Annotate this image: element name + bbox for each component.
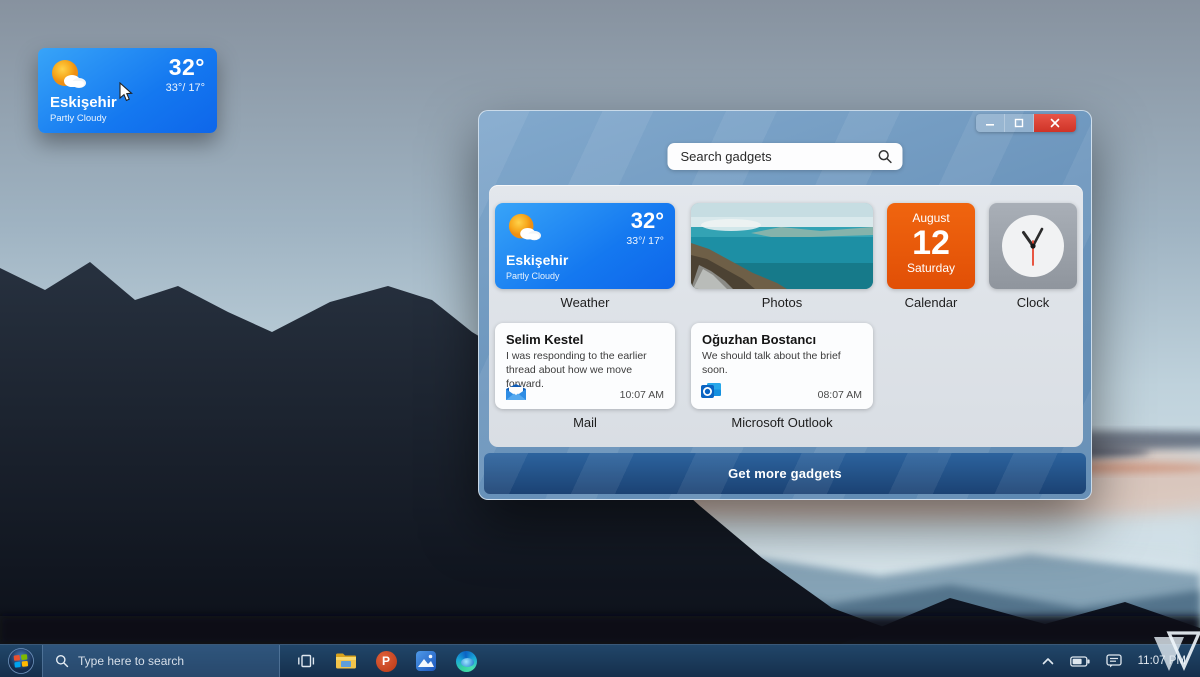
maximize-button[interactable]: [1005, 114, 1034, 132]
calendar-month: August: [887, 211, 975, 225]
taskbar-search-input[interactable]: Type here to search: [78, 654, 184, 668]
task-view-icon: [297, 653, 315, 669]
analog-clock-icon: [1001, 214, 1065, 278]
get-more-gadgets-label: Get more gadgets: [728, 466, 842, 481]
maximize-icon: [1014, 118, 1024, 128]
outlook-preview: We should talk about the brief soon.: [702, 350, 862, 378]
gadgets-window: Search gadgets 32° 33°/ 17° Eskişehir Pa…: [478, 110, 1092, 500]
gadgets-panel: 32° 33°/ 17° Eskişehir Partly Cloudy Wea…: [489, 185, 1083, 447]
taskbar-search-box[interactable]: Type here to search: [42, 645, 280, 677]
tray-notifications[interactable]: [1106, 654, 1122, 668]
get-more-gadgets-button[interactable]: Get more gadgets: [484, 453, 1086, 494]
taskbar-photos[interactable]: [406, 645, 446, 677]
minimize-button[interactable]: [976, 114, 1005, 132]
weather-high-low: 33°/ 17°: [166, 82, 205, 94]
gadget-label-outlook: Microsoft Outlook: [691, 412, 873, 432]
gadget-calendar[interactable]: August 12 Saturday: [887, 203, 975, 289]
tray-expand-button[interactable]: [1042, 657, 1054, 665]
gadget-label-weather: Weather: [495, 292, 675, 312]
close-icon: [1050, 118, 1060, 128]
gadget-label-calendar: Calendar: [887, 292, 975, 312]
outlook-app-icon: [701, 382, 722, 401]
system-tray: 11:07 PM: [1042, 654, 1200, 668]
tray-battery[interactable]: [1070, 656, 1090, 667]
outlook-timestamp: 08:07 AM: [818, 389, 862, 401]
gadget-clock[interactable]: [989, 203, 1077, 289]
gadget-label-photos: Photos: [691, 292, 873, 312]
gadget-label-clock: Clock: [989, 292, 1077, 312]
edge-icon: [456, 651, 477, 672]
taskbar-clock[interactable]: 11:07 PM: [1138, 655, 1186, 667]
weather-city: Eskişehir: [506, 252, 568, 268]
minimize-icon: [985, 118, 995, 128]
taskbar-edge[interactable]: [446, 645, 486, 677]
task-view-button[interactable]: [286, 645, 326, 677]
gadget-weather[interactable]: 32° 33°/ 17° Eskişehir Partly Cloudy: [495, 203, 675, 289]
start-button[interactable]: [0, 645, 42, 677]
battery-icon: [1070, 656, 1090, 667]
gadget-photos[interactable]: [691, 203, 873, 289]
mouse-cursor: [118, 82, 134, 102]
taskbar: Type here to search P: [0, 644, 1200, 677]
gadget-search-box[interactable]: Search gadgets: [668, 143, 903, 170]
chat-notification-icon: [1106, 654, 1122, 668]
file-explorer-icon: [335, 652, 357, 670]
weather-city: Eskişehir: [50, 94, 117, 111]
photos-app-icon: [416, 651, 436, 671]
weather-temperature: 32°: [169, 54, 205, 81]
gadget-mail[interactable]: Selim Kestel I was responding to the ear…: [495, 323, 675, 409]
taskbar-file-explorer[interactable]: [326, 645, 366, 677]
chevron-up-icon: [1042, 657, 1054, 665]
mail-app-icon: [505, 384, 527, 401]
weather-high-low: 33°/ 17°: [626, 235, 664, 247]
gadget-label-mail: Mail: [495, 412, 675, 432]
taskbar-powerpoint[interactable]: P: [366, 645, 406, 677]
calendar-weekday: Saturday: [887, 261, 975, 275]
weather-sun-cloud-icon: [48, 57, 88, 93]
mail-timestamp: 10:07 AM: [620, 389, 664, 401]
gadget-search-input[interactable]: Search gadgets: [681, 149, 878, 164]
calendar-day: 12: [887, 225, 975, 261]
photos-thumbnail: [691, 203, 873, 289]
desktop: 32° 33°/ 17° Eskişehir Partly Cloudy Sea…: [0, 0, 1200, 677]
search-icon: [878, 149, 893, 164]
outlook-sender: Oğuzhan Bostancı: [702, 332, 862, 347]
weather-condition: Partly Cloudy: [50, 113, 107, 124]
weather-condition: Partly Cloudy: [506, 271, 560, 281]
close-button[interactable]: [1034, 114, 1076, 132]
weather-temperature: 32°: [631, 208, 664, 234]
weather-sun-cloud-icon: [505, 211, 543, 245]
search-icon: [55, 654, 69, 668]
window-controls: [976, 114, 1076, 132]
mail-sender: Selim Kestel: [506, 332, 664, 347]
windows-start-icon: [8, 648, 34, 674]
powerpoint-icon: P: [376, 651, 397, 672]
gadget-outlook[interactable]: Oğuzhan Bostancı We should talk about th…: [691, 323, 873, 409]
